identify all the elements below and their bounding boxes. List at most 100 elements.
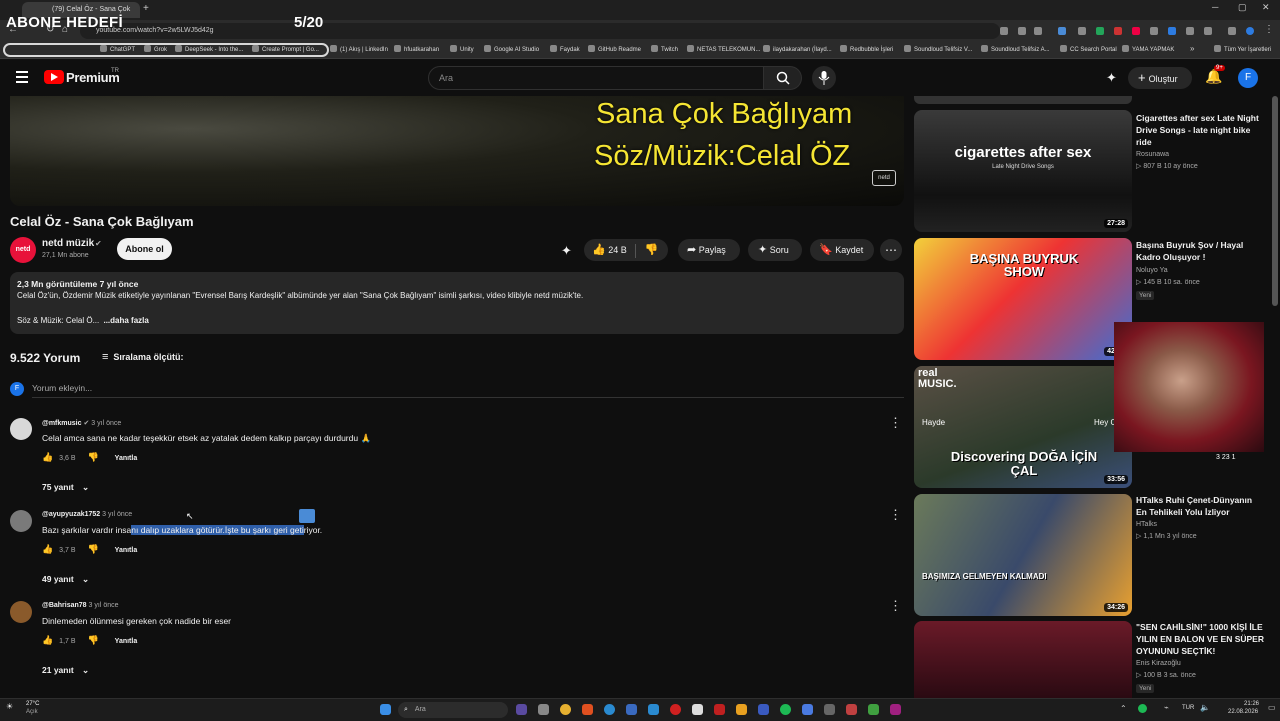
reply-button[interactable]: Yanıtla bbox=[115, 455, 138, 462]
comment-user[interactable]: @Bahrisan78 bbox=[42, 602, 87, 609]
app-icon[interactable] bbox=[648, 704, 659, 715]
minimize-button[interactable]: ─ bbox=[1212, 2, 1218, 12]
replies-toggle[interactable]: 75 yanıt ⌄ bbox=[42, 482, 89, 493]
spotify-icon[interactable] bbox=[780, 704, 791, 715]
extension-icon[interactable] bbox=[1168, 27, 1176, 35]
share-button[interactable]: ➦ Paylaş bbox=[678, 239, 740, 261]
bookmark-item[interactable]: Soundloud Telifsiz A... bbox=[981, 45, 1050, 53]
recommended-thumbnail[interactable]: real MUSIC. Hayde Hey Onb Discovering DO… bbox=[914, 366, 1132, 488]
comment-user[interactable]: @ayupyuzak1752 bbox=[42, 511, 100, 518]
bookmark-item[interactable]: Redbubble İşleri bbox=[840, 45, 893, 53]
cast-icon[interactable]: ✦ bbox=[1106, 70, 1117, 86]
search-input[interactable]: Ara bbox=[428, 66, 764, 90]
recommended-title[interactable]: Başına Buyruk Şov / Hayal Kadro Oluşuyor… bbox=[1136, 239, 1264, 263]
comment-time[interactable]: 3 yıl önce bbox=[102, 511, 132, 518]
thumbs-down-icon[interactable]: 👎 bbox=[87, 452, 98, 462]
zoom-icon[interactable] bbox=[1000, 27, 1008, 35]
app-icon[interactable] bbox=[758, 704, 769, 715]
menu-icon[interactable]: ⋮ bbox=[1264, 24, 1274, 35]
recommended-channel[interactable]: Enis Kirazoğlu bbox=[1136, 659, 1181, 669]
comment-time[interactable]: 3 yıl önce bbox=[89, 602, 119, 609]
bookmark-item[interactable]: NETAS TELEKOMUN... bbox=[687, 45, 760, 53]
input-language[interactable]: TUR bbox=[1182, 705, 1194, 711]
yandex-icon[interactable] bbox=[736, 704, 747, 715]
show-more-link[interactable]: ...daha fazla bbox=[103, 316, 148, 325]
bookmark-item[interactable]: Soundloud Telifsiz V... bbox=[904, 45, 972, 53]
voice-search-button[interactable] bbox=[812, 66, 836, 90]
recommended-thumbnail[interactable]: cigarettes after sex Late Night Drive So… bbox=[914, 110, 1132, 232]
bookmark-item[interactable]: Twitch bbox=[651, 45, 678, 53]
comment-user[interactable]: @mfkmusic bbox=[42, 420, 82, 427]
description-box[interactable]: 2,3 Mn görüntüleme 7 yıl önce Celal Öz'ü… bbox=[10, 272, 904, 334]
subscribe-button[interactable]: Abone ol bbox=[117, 238, 172, 260]
chrome-icon[interactable] bbox=[560, 704, 571, 715]
bookmark-item[interactable]: ilaydakarahan (İlayd... bbox=[763, 45, 832, 53]
page-scrollbar[interactable] bbox=[1272, 96, 1278, 306]
recommended-channel[interactable]: HTalks bbox=[1136, 520, 1157, 530]
ask-button[interactable]: ✦ Soru bbox=[748, 239, 802, 261]
notification-center-icon[interactable]: ▭ bbox=[1268, 703, 1276, 712]
volume-icon[interactable]: 🔈 bbox=[1200, 703, 1210, 712]
comment-menu-icon[interactable] bbox=[889, 507, 902, 523]
url-field[interactable]: youtube.com/watch?v=2w5LWJ5d42g bbox=[80, 23, 1000, 39]
thumbs-up-icon[interactable]: 👍 bbox=[42, 452, 53, 462]
app-icon[interactable] bbox=[692, 704, 703, 715]
replies-toggle[interactable]: 49 yanıt ⌄ bbox=[42, 574, 89, 585]
weather-temp[interactable]: 27°C bbox=[26, 701, 39, 707]
bookmark-item[interactable]: YAMA YAPMAK bbox=[1122, 45, 1174, 53]
reply-button[interactable]: Yanıtla bbox=[115, 638, 138, 645]
thumbs-down-icon[interactable]: 👎 bbox=[87, 544, 98, 554]
comment-avatar[interactable] bbox=[10, 601, 32, 623]
close-window-button[interactable]: ✕ bbox=[1262, 2, 1270, 13]
app-icon[interactable] bbox=[516, 704, 527, 715]
extension-icon[interactable] bbox=[1096, 27, 1104, 35]
create-button[interactable]: + Oluştur bbox=[1128, 67, 1192, 89]
app-icon[interactable] bbox=[868, 704, 879, 715]
hamburger-menu-icon[interactable] bbox=[16, 71, 28, 83]
replies-toggle[interactable]: 21 yanıt ⌄ bbox=[42, 665, 89, 676]
thumbs-down-icon[interactable]: 👎 bbox=[87, 635, 98, 645]
recommended-title[interactable]: Cigarettes after sex Late Night Drive So… bbox=[1136, 112, 1264, 148]
extension-icon[interactable] bbox=[1058, 27, 1066, 35]
all-bookmarks[interactable]: Tüm Yer İşaretleri bbox=[1214, 45, 1271, 53]
comment-time[interactable]: 3 yıl önce bbox=[91, 420, 121, 427]
sort-button[interactable]: ≡ Sıralama ölçütü: bbox=[102, 351, 183, 363]
bookmark-item[interactable]: CC Search Portal bbox=[1060, 45, 1117, 53]
account-avatar[interactable]: F bbox=[1238, 68, 1258, 88]
video-player[interactable]: Sana Çok Bağlıyam Söz/Müzik:Celal ÖZ net… bbox=[10, 96, 904, 206]
comment-avatar[interactable] bbox=[10, 510, 32, 532]
channel-name[interactable]: netd müzik bbox=[42, 238, 94, 249]
app-icon[interactable] bbox=[846, 704, 857, 715]
maximize-button[interactable]: ▢ bbox=[1238, 2, 1247, 13]
extension-icon[interactable] bbox=[1132, 27, 1140, 35]
comment-avatar[interactable] bbox=[10, 418, 32, 440]
comment-menu-icon[interactable] bbox=[889, 598, 902, 614]
recommended-thumbnail[interactable]: BAŞINA BUYRUK SHOW 42:20 bbox=[914, 238, 1132, 360]
extension-icon[interactable] bbox=[1078, 27, 1086, 35]
taskbar-search[interactable]: ⌕ Ara bbox=[398, 702, 508, 718]
new-tab-button[interactable]: + bbox=[143, 3, 149, 14]
app-icon[interactable] bbox=[802, 704, 813, 715]
extension-icon[interactable] bbox=[1114, 27, 1122, 35]
app-icon[interactable] bbox=[890, 704, 901, 715]
bookmark-item[interactable]: ChatGPT bbox=[100, 45, 135, 53]
sidepanel-icon[interactable] bbox=[1228, 27, 1236, 35]
add-comment-input[interactable]: Yorum ekleyin... bbox=[32, 383, 904, 398]
thumbs-up-icon[interactable]: 👍 bbox=[42, 635, 53, 645]
recommended-channel[interactable]: Rosunawa bbox=[1136, 150, 1169, 160]
recommended-title[interactable]: "SEN CAHİLSİN!" 1000 KİŞİ İLE YILIN EN B… bbox=[1136, 621, 1264, 657]
bookmark-item[interactable]: Grok bbox=[144, 45, 167, 53]
install-icon[interactable] bbox=[1018, 27, 1026, 35]
brave-icon[interactable] bbox=[582, 704, 593, 715]
hype-icon[interactable]: ✦ bbox=[561, 243, 572, 259]
app-icon[interactable] bbox=[538, 704, 549, 715]
bookmark-item[interactable]: GitHub Readme bbox=[588, 45, 641, 53]
more-bookmarks-icon[interactable]: » bbox=[1190, 44, 1194, 53]
extensions-puzzle-icon[interactable] bbox=[1204, 27, 1212, 35]
profile-icon[interactable] bbox=[1246, 27, 1254, 35]
recommended-title[interactable]: HTalks Ruhi Çenet-Dünyanın En Tehlikeli … bbox=[1136, 494, 1264, 518]
dislike-button[interactable]: 👎 bbox=[645, 244, 659, 256]
youtube-logo-icon[interactable] bbox=[44, 70, 64, 84]
channel-avatar[interactable]: netd bbox=[10, 237, 36, 263]
extension-icon[interactable] bbox=[1150, 27, 1158, 35]
